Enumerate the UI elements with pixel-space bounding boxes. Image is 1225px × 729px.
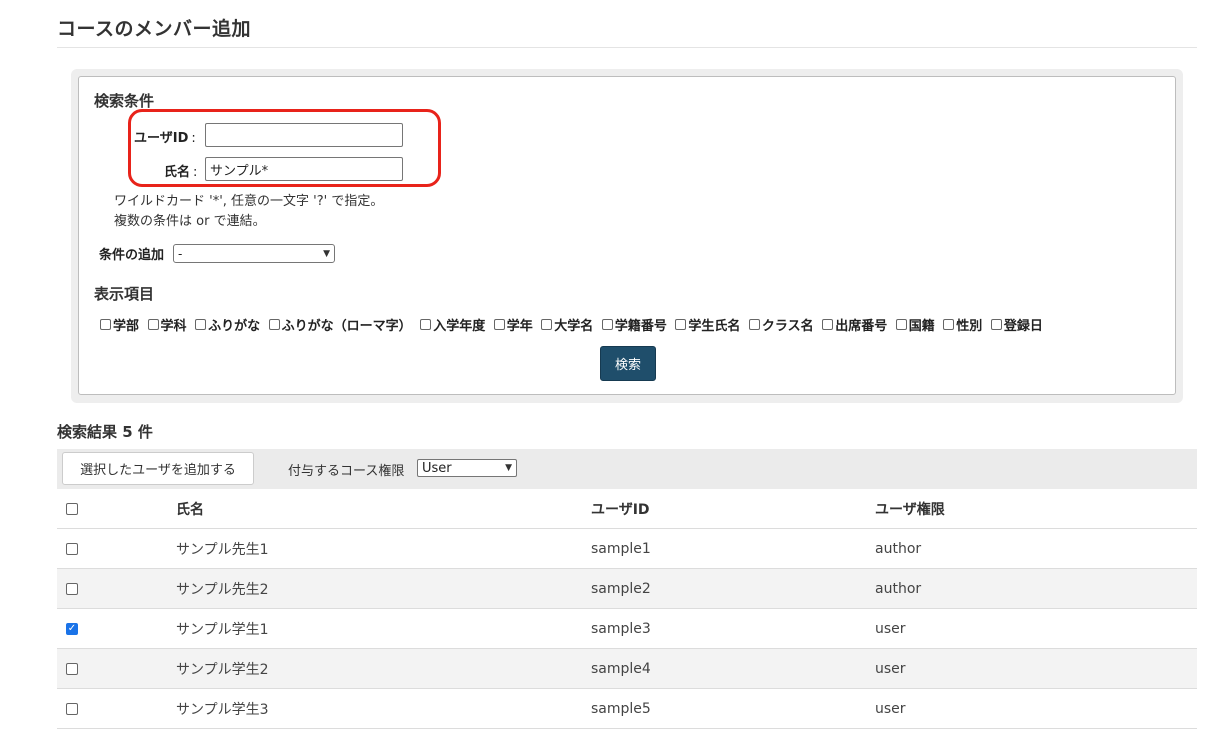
column-option[interactable]: 学生氏名 (675, 315, 740, 334)
checkbox[interactable] (943, 319, 955, 330)
row-checkbox-checked[interactable] (66, 622, 78, 635)
checkbox[interactable] (147, 319, 159, 330)
user-id-input[interactable] (205, 123, 403, 147)
add-selected-users-button[interactable]: 選択したユーザを追加する (62, 452, 254, 485)
checkbox[interactable] (195, 319, 207, 330)
checkbox[interactable] (420, 319, 432, 330)
row-user-id: sample3 (591, 620, 651, 637)
column-option[interactable]: 性別 (943, 315, 982, 334)
checkbox[interactable] (822, 319, 834, 330)
row-user-id: sample1 (591, 540, 651, 557)
wildcard-note: ワイルドカード '*', 任意の一文字 '?' で指定。 (114, 194, 384, 209)
row-role: author (875, 540, 922, 557)
row-user-id: sample4 (591, 660, 651, 677)
row-name: サンプル学生3 (176, 701, 269, 718)
select-all-checkbox[interactable] (66, 502, 78, 515)
table-row: サンプル先生2 sample2 author (57, 569, 1197, 609)
row-user-id: sample5 (591, 700, 651, 717)
checkbox[interactable] (990, 319, 1002, 330)
user-id-label: ユーザID: (134, 131, 196, 146)
column-option[interactable]: ふりがな（ローマ字） (268, 315, 412, 334)
search-conditions-title: 検索条件 (94, 92, 155, 110)
checkbox[interactable] (268, 319, 280, 330)
table-header-row: 氏名 ユーザID ユーザ権限 (57, 489, 1197, 529)
column-option[interactable]: 学部 (100, 315, 139, 334)
column-option[interactable]: ふりがな (195, 315, 260, 334)
column-option[interactable]: 入学年度 (420, 315, 485, 334)
checkbox[interactable] (541, 319, 553, 330)
add-condition-label: 条件の追加 (99, 248, 165, 263)
column-option[interactable]: 国籍 (895, 315, 935, 334)
chevron-down-icon: ▼ (505, 463, 512, 473)
row-checkbox[interactable] (66, 702, 78, 715)
name-input[interactable] (205, 157, 403, 181)
name-label: 氏名: (164, 165, 198, 180)
row-user-id: sample2 (591, 580, 651, 597)
column-option[interactable]: 出席番号 (822, 315, 887, 334)
row-name: サンプル学生2 (176, 661, 269, 678)
page-title: コースのメンバー追加 (57, 18, 252, 40)
table-row: サンプル学生1 sample3 user (57, 609, 1197, 649)
checkbox[interactable] (675, 319, 687, 330)
add-condition-select[interactable]: - ▼ (173, 244, 335, 263)
column-option[interactable]: 大学名 (541, 315, 593, 334)
display-items-title: 表示項目 (94, 285, 155, 303)
course-permission-value: User (422, 460, 452, 476)
column-option[interactable]: 学年 (493, 315, 533, 334)
course-permission-select[interactable]: User ▼ (417, 459, 517, 477)
row-role: user (875, 700, 906, 717)
checkbox[interactable] (100, 319, 111, 330)
course-permission-label: 付与するコース権限 (288, 464, 405, 479)
results-table: 氏名 ユーザID ユーザ権限 サンプル先生1 sample1 author サン… (57, 489, 1197, 729)
table-row: サンプル学生3 sample5 user (57, 689, 1197, 729)
row-checkbox[interactable] (66, 542, 78, 555)
row-checkbox[interactable] (66, 582, 78, 595)
chevron-down-icon: ▼ (323, 248, 330, 259)
row-name: サンプル学生1 (176, 621, 269, 638)
column-option[interactable]: 学籍番号 (601, 315, 667, 334)
table-row: サンプル先生1 sample1 author (57, 529, 1197, 569)
column-option[interactable]: クラス名 (748, 315, 814, 334)
title-divider (57, 47, 1197, 48)
column-option[interactable]: 登録日 (990, 315, 1043, 334)
result-count: 検索結果 5 件 (57, 423, 153, 441)
checkbox[interactable] (895, 319, 907, 330)
checkbox[interactable] (748, 319, 760, 330)
header-role: ユーザ権限 (875, 501, 945, 518)
table-row: サンプル学生2 sample4 user (57, 649, 1197, 689)
checkbox[interactable] (493, 319, 505, 330)
results-toolbar: 選択したユーザを追加する 付与するコース権限 User ▼ (57, 449, 1197, 489)
column-option[interactable]: 学科 (147, 315, 187, 334)
display-columns: 学部 学科 ふりがな ふりがな（ローマ字） 入学年度 学年 大学名 学籍番号 学… (100, 315, 1047, 334)
row-role: user (875, 620, 906, 637)
checkbox[interactable] (601, 319, 613, 330)
or-condition-note: 複数の条件は or で連結。 (114, 214, 266, 229)
row-role: author (875, 580, 922, 597)
row-name: サンプル先生2 (176, 581, 269, 598)
add-condition-value: - (178, 246, 183, 261)
header-name: 氏名 (176, 501, 204, 518)
header-user-id: ユーザID (591, 501, 650, 518)
row-role: user (875, 660, 906, 677)
search-button[interactable]: 検索 (600, 346, 656, 381)
row-name: サンプル先生1 (176, 541, 269, 558)
row-checkbox[interactable] (66, 662, 78, 675)
